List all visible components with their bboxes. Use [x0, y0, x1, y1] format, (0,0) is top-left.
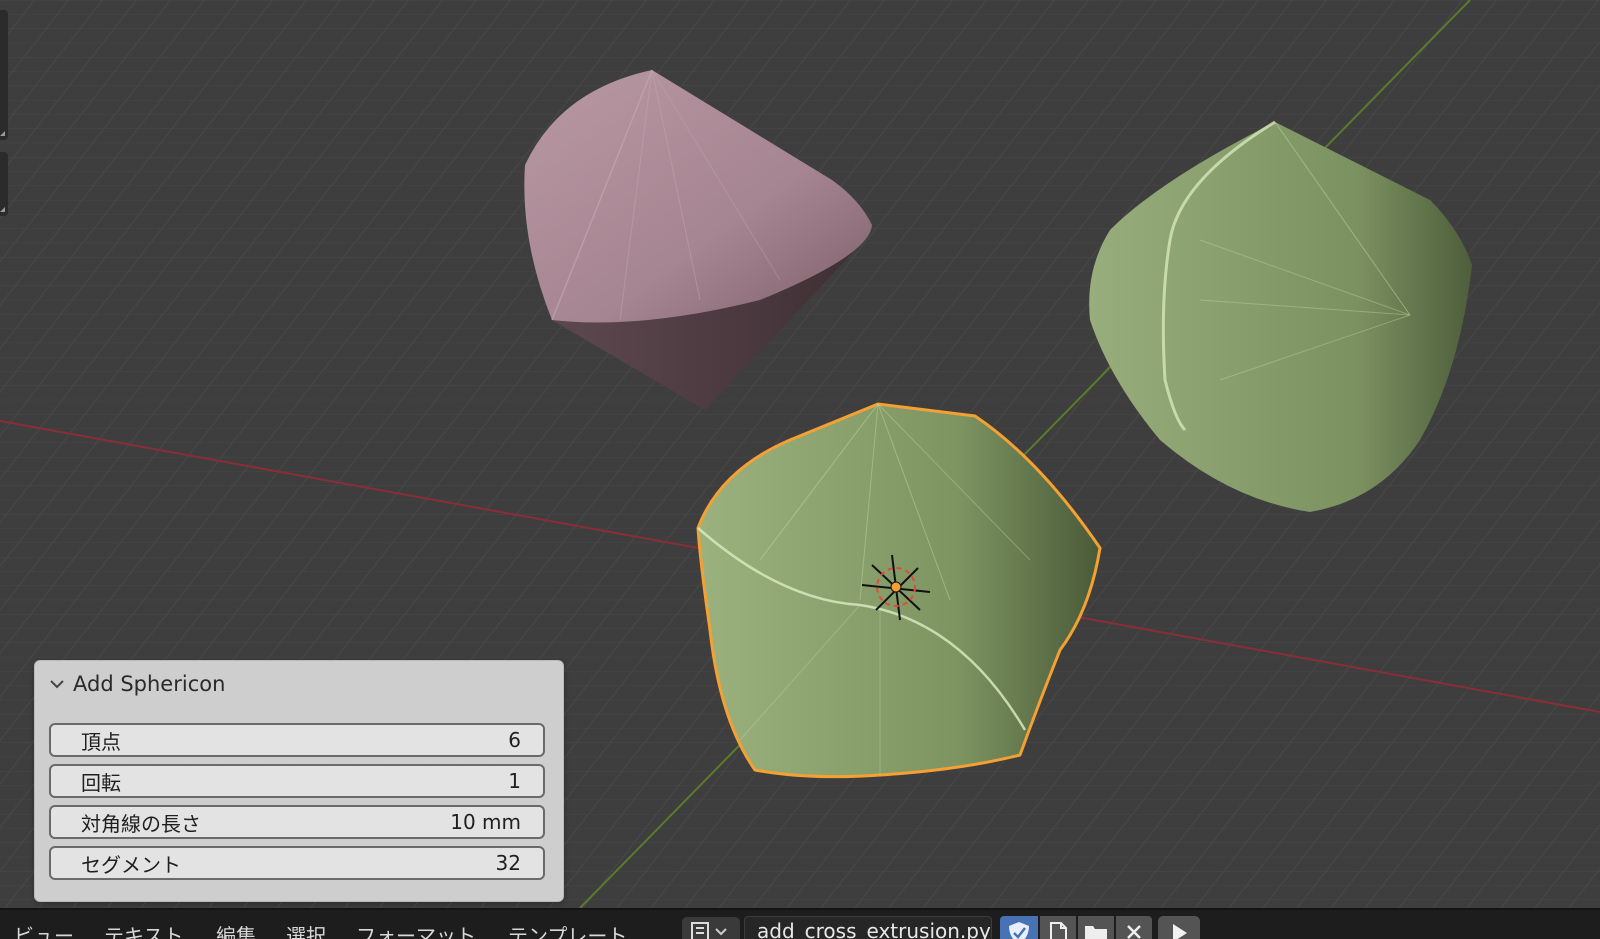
diagonal-length-field[interactable]: 対角線の長さ 10 mm — [49, 805, 545, 839]
operator-panel: Add Sphericon 頂点 6 回転 1 対角線の長さ 10 mm セグメ… — [34, 660, 564, 902]
fake-user-button[interactable] — [1000, 916, 1038, 939]
toolbar-tab[interactable] — [0, 10, 8, 140]
diagonal-length-label: 対角線の長さ — [81, 811, 201, 836]
turns-value: 1 — [508, 769, 521, 793]
close-icon — [1127, 925, 1141, 939]
play-icon — [1173, 924, 1187, 939]
menu-view[interactable]: ビュー — [14, 920, 74, 939]
text-editor-header: ビュー テキスト 編集 選択 フォーマット テンプレート add_cross_e… — [0, 908, 1600, 939]
run-script-button[interactable] — [1158, 916, 1200, 939]
new-text-button[interactable] — [1040, 916, 1076, 939]
menu-select[interactable]: 選択 — [286, 920, 326, 939]
segments-field[interactable]: セグメント 32 — [49, 846, 545, 880]
folder-icon — [1085, 926, 1107, 939]
unlink-text-button[interactable] — [1116, 916, 1152, 939]
turns-label: 回転 — [81, 770, 121, 795]
vertices-field[interactable]: 頂点 6 — [49, 723, 545, 757]
editor-type-button[interactable] — [682, 917, 740, 939]
diagonal-length-value: 10 mm — [450, 810, 521, 834]
segments-label: セグメント — [81, 852, 181, 877]
shield-icon — [1009, 922, 1029, 939]
operator-panel-title: Add Sphericon — [73, 672, 226, 696]
open-text-button[interactable] — [1078, 916, 1114, 939]
tool-settings-tab[interactable] — [0, 152, 8, 216]
menu-edit[interactable]: 編集 — [216, 920, 256, 939]
new-document-icon — [1050, 922, 1067, 939]
3d-viewport[interactable]: Add Sphericon 頂点 6 回転 1 対角線の長さ 10 mm セグメ… — [0, 0, 1600, 908]
text-datablock-field[interactable]: add_cross_extrusion.py — [744, 916, 992, 939]
chevron-down-icon[interactable] — [47, 674, 67, 694]
vertices-value: 6 — [508, 728, 521, 752]
turns-field[interactable]: 回転 1 — [49, 764, 545, 798]
menu-text[interactable]: テキスト — [104, 920, 183, 939]
text-editor-icon — [691, 922, 727, 939]
segments-value: 32 — [495, 851, 521, 875]
operator-panel-header[interactable]: Add Sphericon — [47, 669, 225, 699]
vertices-label: 頂点 — [81, 729, 121, 754]
menu-templates[interactable]: テンプレート — [508, 920, 627, 939]
menu-format[interactable]: フォーマット — [356, 920, 476, 939]
